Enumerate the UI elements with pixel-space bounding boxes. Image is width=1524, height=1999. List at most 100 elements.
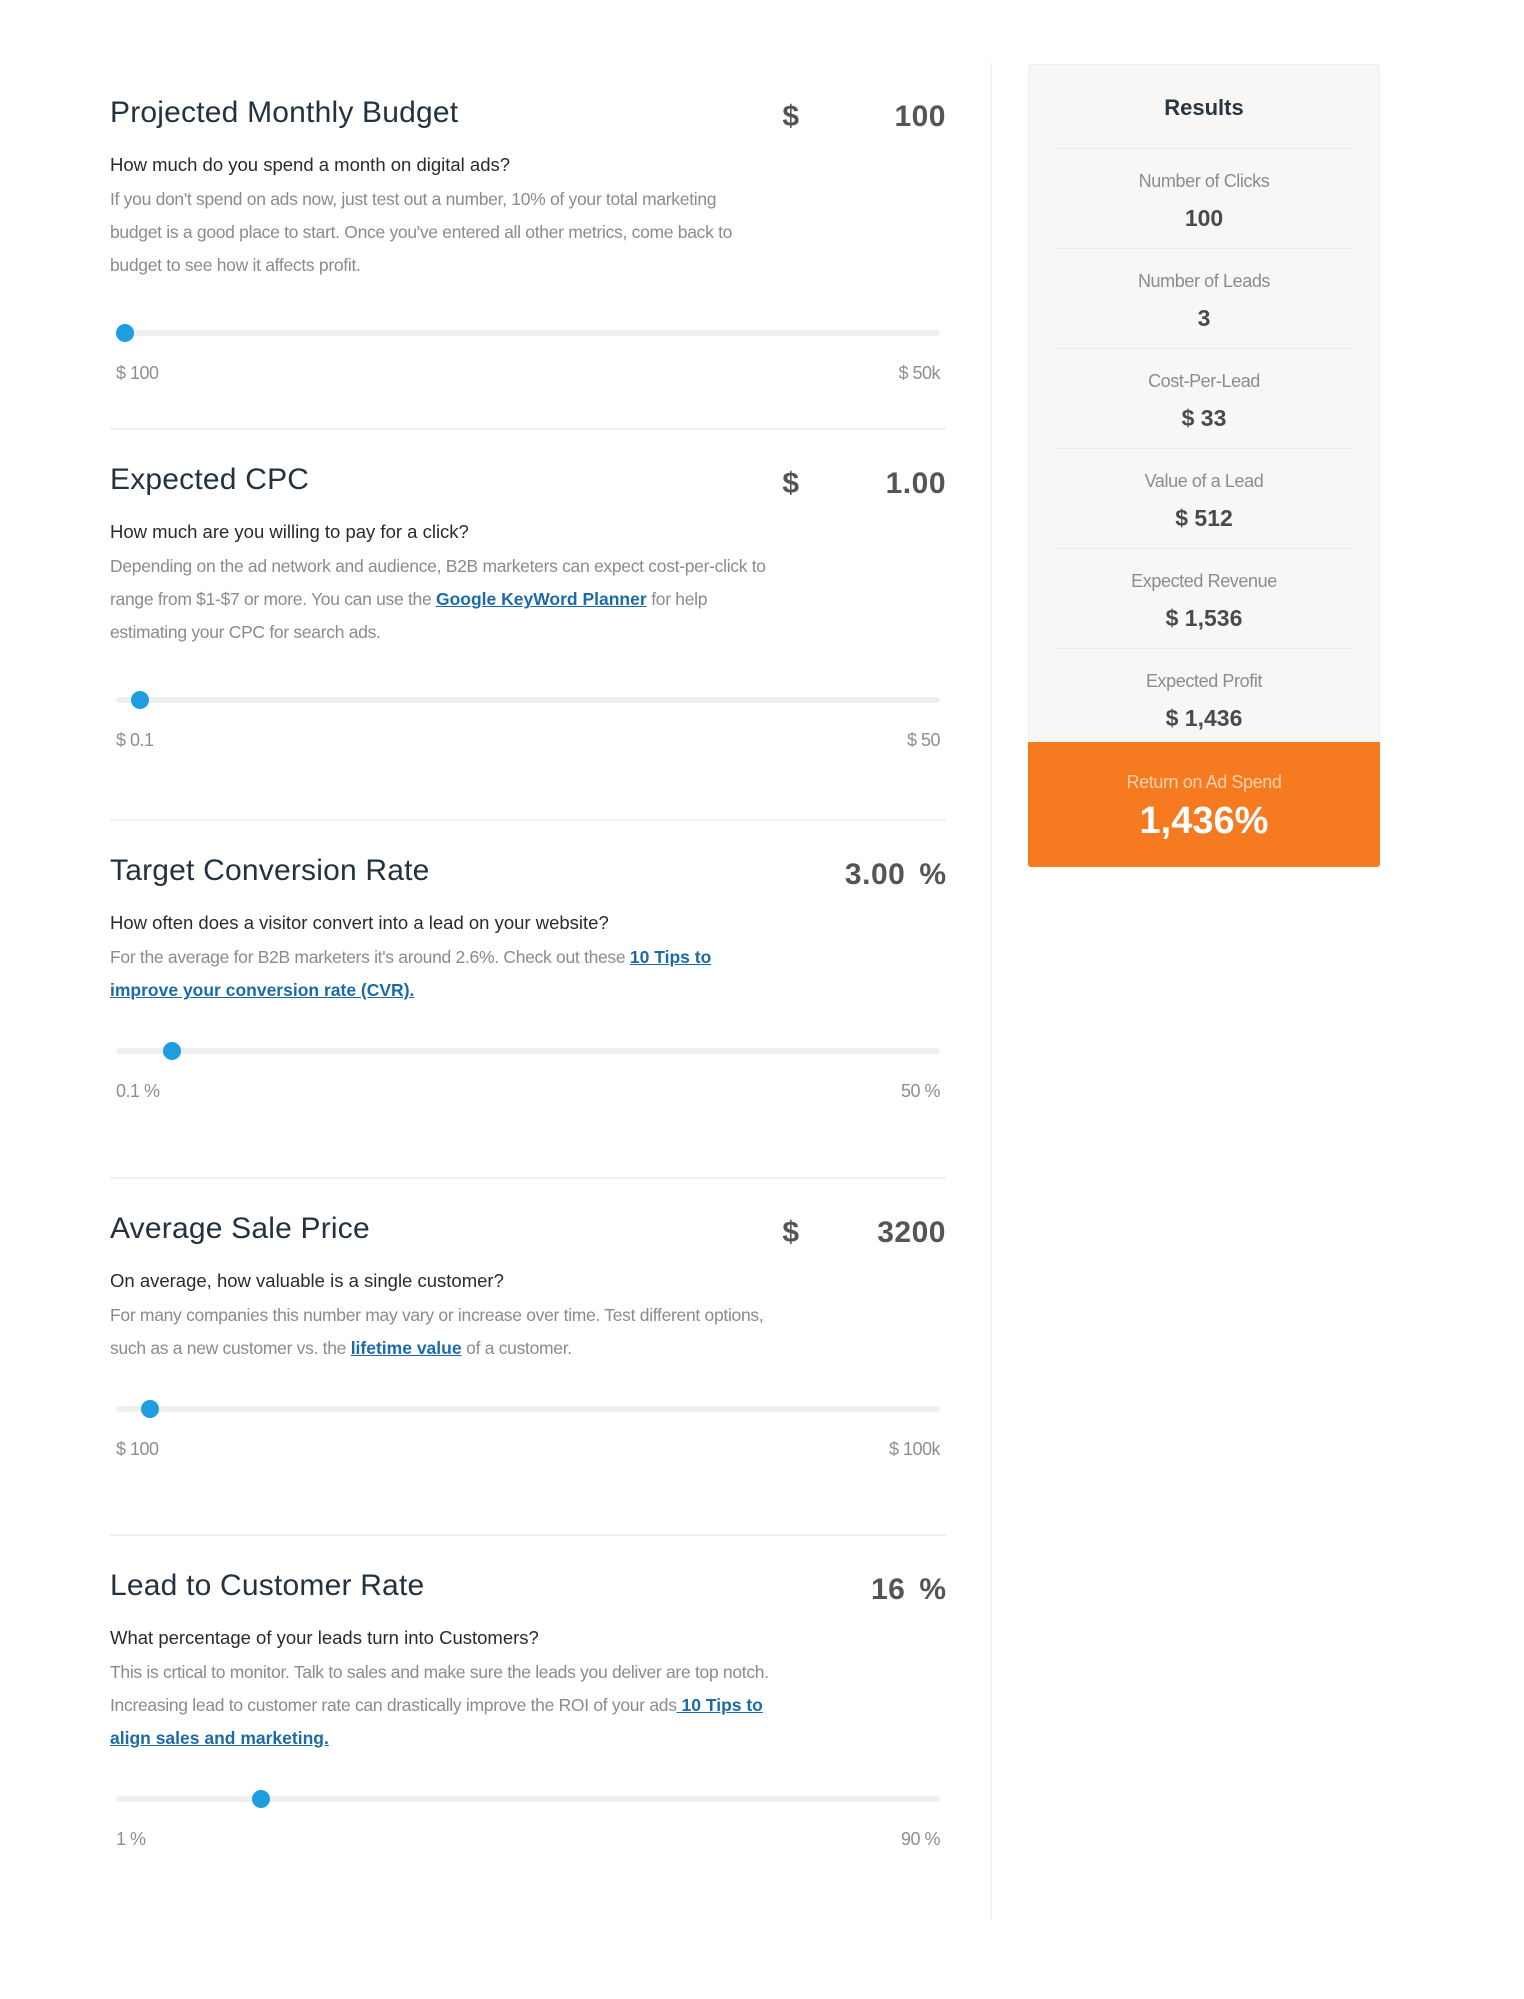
result-cost-per-lead: Cost-Per-Lead $ 33 [1029,349,1379,448]
sale-price-value-input[interactable]: 3200 [877,1213,946,1253]
value-wrap: 100 [894,97,946,137]
slider-min-label: $ 0.1 [116,730,154,750]
section-question: What percentage of your leads turn into … [110,1627,539,1648]
slider-range-labels: $ 100 $ 100k [116,1439,941,1469]
results-title: Results [1164,95,1244,120]
result-value-of-lead: Value of a Lead $ 512 [1029,449,1379,548]
result-value: $ 1,536 [1165,605,1243,631]
section-average-sale-price: Average Sale Price $ 3200 On average, ho… [110,1179,946,1536]
percent-symbol: % [919,1573,946,1606]
section-header: Projected Monthly Budget $ 100 [110,93,946,147]
section-title: Average Sale Price [110,1212,370,1245]
result-label: Number of Leads [1137,271,1271,291]
section-description: This is crtical to monitor. Talk to sale… [110,1656,770,1755]
slider-range-labels: $ 100 $ 50k [116,363,940,393]
result-leads: Number of Leads 3 [1029,249,1379,348]
results-panel: Results Number of Clicks 100 Number of L… [1028,64,1380,867]
value-wrap: 1.00 [886,464,946,504]
result-value: 3 [1197,305,1211,331]
slider-min-label: $ 100 [116,363,159,383]
slider-thumb[interactable] [130,691,149,709]
result-label: Expected Profit [1145,671,1263,691]
section-description: For the average for B2B marketers it's a… [110,941,770,1007]
conversion-rate-value-input[interactable]: 3.00 [845,855,905,895]
result-expected-profit: Expected Profit $ 1,436 [1029,649,1379,742]
currency-symbol: $ [782,467,799,500]
slider-min-label: 1 % [116,1829,146,1849]
section-question: How often does a visitor convert into a … [110,912,609,933]
description-text: If you don't spend on ads now, just test… [110,189,733,275]
slider-max-label: 50 % [900,1081,941,1101]
description-text: This is crtical to monitor. Talk to sale… [110,1662,769,1715]
section-header: Lead to Customer Rate 16 % [110,1566,946,1620]
slider-range-labels: 1 % 90 % [116,1829,941,1859]
section-lead-to-customer-rate: Lead to Customer Rate 16 % What percenta… [110,1536,946,1896]
result-clicks: Number of Clicks 100 [1029,149,1379,248]
description-link[interactable]: Google KeyWord Planner [436,589,647,609]
lead-customer-rate-slider[interactable] [116,1789,940,1809]
section-question: How much do you spend a month on digital… [110,154,511,175]
section-monthly-budget: Projected Monthly Budget $ 100 How much … [110,63,946,430]
calculator-inputs: Projected Monthly Budget $ 100 How much … [110,63,946,1896]
slider-thumb[interactable] [252,1790,271,1808]
slider-track[interactable] [116,1048,940,1054]
section-header: Target Conversion Rate 3.00 % [110,851,946,905]
budget-slider[interactable] [116,323,940,343]
roas-value: 1,436% [1139,800,1269,842]
result-label: Expected Revenue [1131,571,1277,591]
conversion-rate-slider[interactable] [116,1041,940,1061]
result-label: Value of a Lead [1144,471,1264,491]
slider-max-label: 90 % [900,1829,941,1849]
description-text: of a customer. [461,1338,572,1358]
sale-price-slider[interactable] [116,1399,940,1419]
result-value: 100 [1184,205,1224,231]
result-label: Cost-Per-Lead [1148,371,1260,391]
description-link[interactable]: lifetime value [351,1338,462,1358]
result-value: $ 512 [1175,505,1233,531]
section-conversion-rate: Target Conversion Rate 3.00 % How often … [110,821,946,1179]
result-value: $ 1,436 [1165,705,1243,731]
slider-min-label: 0.1 % [116,1081,160,1101]
section-title: Lead to Customer Rate [110,1569,425,1602]
slider-max-label: $ 50 [906,730,941,750]
roas-label: Return on Ad Spend [1126,772,1282,792]
section-description: Depending on the ad network and audience… [110,550,770,649]
section-question: On average, how valuable is a single cus… [110,1270,504,1291]
result-expected-revenue: Expected Revenue $ 1,536 [1029,549,1379,648]
section-expected-cpc: Expected CPC $ 1.00 How much are you wil… [110,430,946,821]
slider-track[interactable] [116,1796,940,1802]
slider-max-label: $ 100k [888,1439,941,1459]
cpc-slider[interactable] [116,690,940,710]
value-wrap: 16 % [871,1570,946,1610]
section-title: Projected Monthly Budget [110,96,459,129]
slider-thumb[interactable] [116,324,134,342]
budget-value-input[interactable]: 100 [894,97,946,137]
description-text: For the average for B2B marketers it's a… [110,947,630,967]
slider-thumb[interactable] [140,1400,159,1418]
value-wrap: 3.00 % [845,855,946,895]
lead-customer-rate-value-input[interactable]: 16 [871,1570,905,1610]
percent-symbol: % [919,858,946,891]
result-label: Number of Clicks [1138,171,1270,191]
slider-track[interactable] [116,697,940,703]
section-description: If you don't spend on ads now, just test… [110,183,770,282]
roas-box: Return on Ad Spend 1,436% [1028,742,1380,867]
slider-range-labels: 0.1 % 50 % [116,1081,941,1111]
section-title: Expected CPC [110,463,310,496]
slider-track[interactable] [116,1406,940,1412]
slider-track[interactable] [116,330,940,336]
column-divider [990,63,992,1920]
slider-max-label: $ 50k [898,363,940,383]
currency-symbol: $ [782,1216,799,1249]
section-question: How much are you willing to pay for a cl… [110,521,469,542]
currency-symbol: $ [782,100,799,133]
slider-thumb[interactable] [162,1042,181,1060]
result-value: $ 33 [1181,405,1227,431]
slider-range-labels: $ 0.1 $ 50 [116,730,941,760]
cpc-value-input[interactable]: 1.00 [886,464,946,504]
section-header: Expected CPC $ 1.00 [110,460,946,514]
section-title: Target Conversion Rate [110,854,430,887]
section-description: For many companies this number may vary … [110,1299,770,1365]
value-wrap: 3200 [877,1213,946,1253]
slider-min-label: $ 100 [116,1439,159,1459]
